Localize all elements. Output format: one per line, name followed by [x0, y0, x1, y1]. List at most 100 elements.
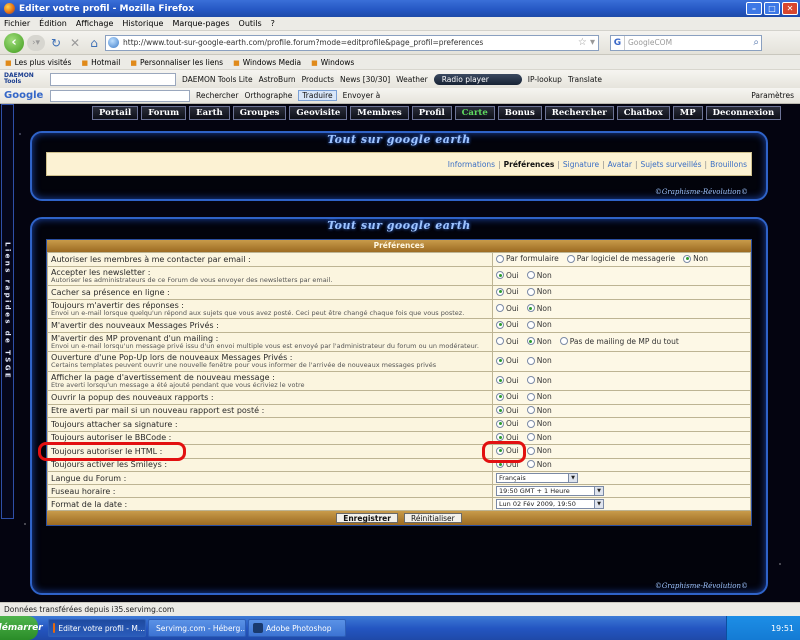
dropdown-select[interactable]: 19:50 GMT + 1 Heure ▼: [496, 486, 604, 496]
settings-item[interactable]: Paramètres: [751, 91, 800, 100]
bookmark-most-visited[interactable]: Les plus visités: [5, 58, 72, 67]
radio-option[interactable]: Non: [526, 337, 552, 346]
radio-button[interactable]: [526, 433, 535, 441]
radio-option[interactable]: Oui: [496, 376, 519, 385]
nav-mp[interactable]: MP: [672, 106, 703, 120]
stop-icon[interactable]: ✕: [67, 35, 83, 51]
radio-button[interactable]: [526, 337, 535, 345]
radio-option[interactable]: Par formulaire: [496, 254, 559, 263]
back-button[interactable]: ‹: [4, 32, 24, 53]
radio-button[interactable]: [496, 376, 504, 384]
nav-bonus[interactable]: Bonus: [497, 106, 542, 120]
radio-option[interactable]: Oui: [496, 433, 519, 442]
radio-button[interactable]: [496, 287, 504, 296]
google-toolbar-input[interactable]: [50, 89, 190, 102]
radio-option[interactable]: Non: [526, 419, 552, 428]
radio-option[interactable]: Oui: [496, 392, 519, 401]
radio-button[interactable]: [496, 446, 504, 455]
address-bar[interactable]: http://www.tout-sur-google-earth.com/pro…: [105, 34, 599, 51]
reload-icon[interactable]: ↻: [48, 35, 64, 51]
news-item[interactable]: News [30/30]: [340, 75, 390, 84]
chevron-down-icon[interactable]: ▼: [594, 487, 603, 495]
taskbar-firefox[interactable]: Editer votre profil - M...: [48, 619, 146, 637]
google-search-item[interactable]: Rechercher: [196, 91, 238, 100]
radio-button[interactable]: [566, 254, 575, 263]
bookmark-windows-media[interactable]: Windows Media: [233, 58, 301, 67]
radio-button[interactable]: [496, 392, 504, 401]
nav-deconnexion[interactable]: Deconnexion: [705, 106, 782, 120]
radio-button[interactable]: [496, 433, 504, 441]
menu-historique[interactable]: Historique: [122, 19, 163, 28]
radio-option[interactable]: Oui: [496, 337, 519, 346]
bookmark-star-icon[interactable]: ☆ ▾: [578, 37, 598, 48]
nav-profil[interactable]: Profil: [411, 106, 452, 120]
reset-button[interactable]: Réinitialiser: [403, 513, 462, 523]
radio-button[interactable]: [559, 337, 568, 345]
radio-option[interactable]: Non: [526, 271, 552, 280]
radio-option[interactable]: Non: [526, 287, 552, 296]
nav-carte[interactable]: Carte: [454, 106, 495, 120]
radio-option[interactable]: Oui: [496, 287, 519, 296]
dropdown-select[interactable]: Français ▼: [496, 473, 578, 483]
nav-rechercher[interactable]: Rechercher: [544, 106, 614, 120]
radio-option[interactable]: Oui: [496, 356, 519, 365]
radio-option[interactable]: Non: [526, 446, 552, 455]
translate-item[interactable]: Translate: [568, 75, 602, 84]
radio-button[interactable]: [526, 356, 535, 365]
radio-button[interactable]: [526, 320, 535, 329]
radio-button[interactable]: [496, 337, 504, 345]
products-item[interactable]: Products: [302, 75, 334, 84]
radio-button[interactable]: [526, 392, 535, 401]
radio-option[interactable]: Oui: [496, 419, 519, 428]
radio-option[interactable]: Pas de mailing de MP du tout: [559, 337, 679, 346]
radio-option[interactable]: Non: [526, 433, 552, 442]
minimize-button[interactable]: –: [746, 2, 762, 15]
radio-option[interactable]: Non: [526, 376, 552, 385]
radio-option[interactable]: Oui: [496, 406, 519, 415]
close-button[interactable]: ✕: [782, 2, 798, 15]
weather-item[interactable]: Weather: [396, 75, 428, 84]
radio-option[interactable]: Non: [526, 320, 552, 329]
menu-affichage[interactable]: Affichage: [76, 19, 114, 28]
radio-option[interactable]: Oui: [496, 304, 519, 313]
tab-preferences[interactable]: Préférences: [504, 160, 555, 169]
radio-option[interactable]: Non: [526, 356, 552, 365]
chevron-down-icon[interactable]: ▼: [568, 474, 577, 482]
nav-forum[interactable]: Forum: [141, 106, 187, 120]
menu-outils[interactable]: Outils: [239, 19, 262, 28]
radio-option[interactable]: Non: [526, 406, 552, 415]
taskbar-photoshop[interactable]: Adobe Photoshop: [248, 619, 346, 637]
quick-links-sidebar[interactable]: Liens rapides de TSGE: [1, 104, 14, 519]
radio-button[interactable]: [526, 271, 535, 279]
radio-button[interactable]: [526, 304, 535, 312]
save-button[interactable]: Enregistrer: [336, 513, 398, 523]
radio-button[interactable]: [526, 287, 535, 296]
radio-player[interactable]: Radio player: [433, 73, 522, 85]
daemon-tools-lite-item[interactable]: DAEMON Tools Lite: [182, 75, 253, 84]
menu-marque-pages[interactable]: Marque-pages: [172, 19, 229, 28]
nav-membres[interactable]: Membres: [350, 106, 409, 120]
tab-signature[interactable]: Signature: [563, 160, 599, 169]
google-engine-icon[interactable]: G: [611, 35, 625, 50]
radio-button[interactable]: [496, 356, 504, 365]
start-button[interactable]: démarrer: [0, 616, 43, 640]
tab-brouillons[interactable]: Brouillons: [710, 160, 747, 169]
radio-button[interactable]: [496, 320, 504, 329]
spellcheck-item[interactable]: Orthographe: [244, 91, 292, 100]
radio-button[interactable]: [496, 406, 504, 414]
radio-button[interactable]: [526, 460, 535, 468]
taskbar-servimg[interactable]: Servimg.com - Héberg...: [148, 619, 246, 637]
search-icon[interactable]: ⌕: [753, 37, 761, 48]
menu-edition[interactable]: Édition: [39, 19, 67, 28]
dropdown-select[interactable]: Lun 02 Fév 2009, 19:50 ▼: [496, 499, 604, 509]
radio-option[interactable]: Oui: [496, 271, 519, 280]
radio-option[interactable]: Non: [526, 460, 552, 469]
nav-groupes[interactable]: Groupes: [232, 106, 287, 120]
radio-button[interactable]: [496, 304, 504, 312]
nav-chatbox[interactable]: Chatbox: [616, 106, 670, 120]
nav-portail[interactable]: Portail: [92, 106, 139, 120]
menu-fichier[interactable]: Fichier: [4, 19, 30, 28]
ip-lookup-item[interactable]: IP-lookup: [528, 75, 562, 84]
tab-avatar[interactable]: Avatar: [608, 160, 632, 169]
radio-button[interactable]: [496, 271, 504, 279]
